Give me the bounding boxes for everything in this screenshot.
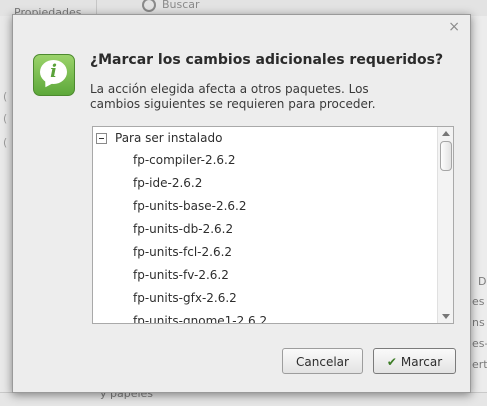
info-icon: i (33, 54, 75, 96)
dialog-title: ¿Marcar los cambios adicionales requerid… (90, 52, 444, 68)
background-text: es-b (472, 337, 487, 350)
scrollbar-thumb[interactable] (440, 141, 452, 171)
changes-list[interactable]: Para ser instalado fp-compiler-2.6.2 fp-i… (92, 126, 454, 324)
group-label: Para ser instalado (115, 131, 223, 145)
package-list: fp-compiler-2.6.2 fp-ide-2.6.2 fp-units-ba… (93, 149, 435, 323)
scroll-down-icon[interactable] (442, 314, 450, 319)
check-icon: ✔ (386, 355, 397, 369)
vertical-scrollbar[interactable] (437, 127, 453, 323)
package-item[interactable]: fp-units-fcl-2.6.2 (93, 241, 435, 264)
package-item[interactable]: fp-units-gnome1-2.6.2 (93, 310, 435, 323)
mark-button-label: Marcar (400, 355, 443, 369)
cancel-button[interactable]: Cancelar (282, 348, 363, 374)
package-item[interactable]: fp-units-fv-2.6.2 (93, 264, 435, 287)
collapse-icon[interactable] (96, 133, 107, 144)
group-row-to-install[interactable]: Para ser instalado (93, 127, 435, 149)
dialog-description: La acción elegida afecta a otros paquete… (90, 82, 376, 111)
package-item[interactable]: fp-units-gfx-2.6.2 (93, 287, 435, 310)
search-label: Buscar (162, 0, 200, 11)
package-item[interactable]: fp-units-base-2.6.2 (93, 195, 435, 218)
background-bottom-bar: y papeles (0, 387, 487, 406)
scroll-up-icon[interactable] (442, 131, 450, 136)
background-text: D (478, 275, 487, 288)
background-text: es a (472, 295, 487, 308)
close-icon[interactable]: × (448, 20, 460, 34)
background-text: ns (472, 316, 485, 329)
search-icon (142, 0, 156, 12)
package-item[interactable]: fp-ide-2.6.2 (93, 172, 435, 195)
package-item[interactable]: fp-compiler-2.6.2 (93, 149, 435, 172)
background-text: ert (472, 358, 487, 371)
confirm-changes-dialog: × i ¿Marcar los cambios adicionales requ… (12, 14, 471, 393)
mark-button[interactable]: ✔ Marcar (373, 348, 456, 374)
package-item[interactable]: fp-units-db-2.6.2 (93, 218, 435, 241)
